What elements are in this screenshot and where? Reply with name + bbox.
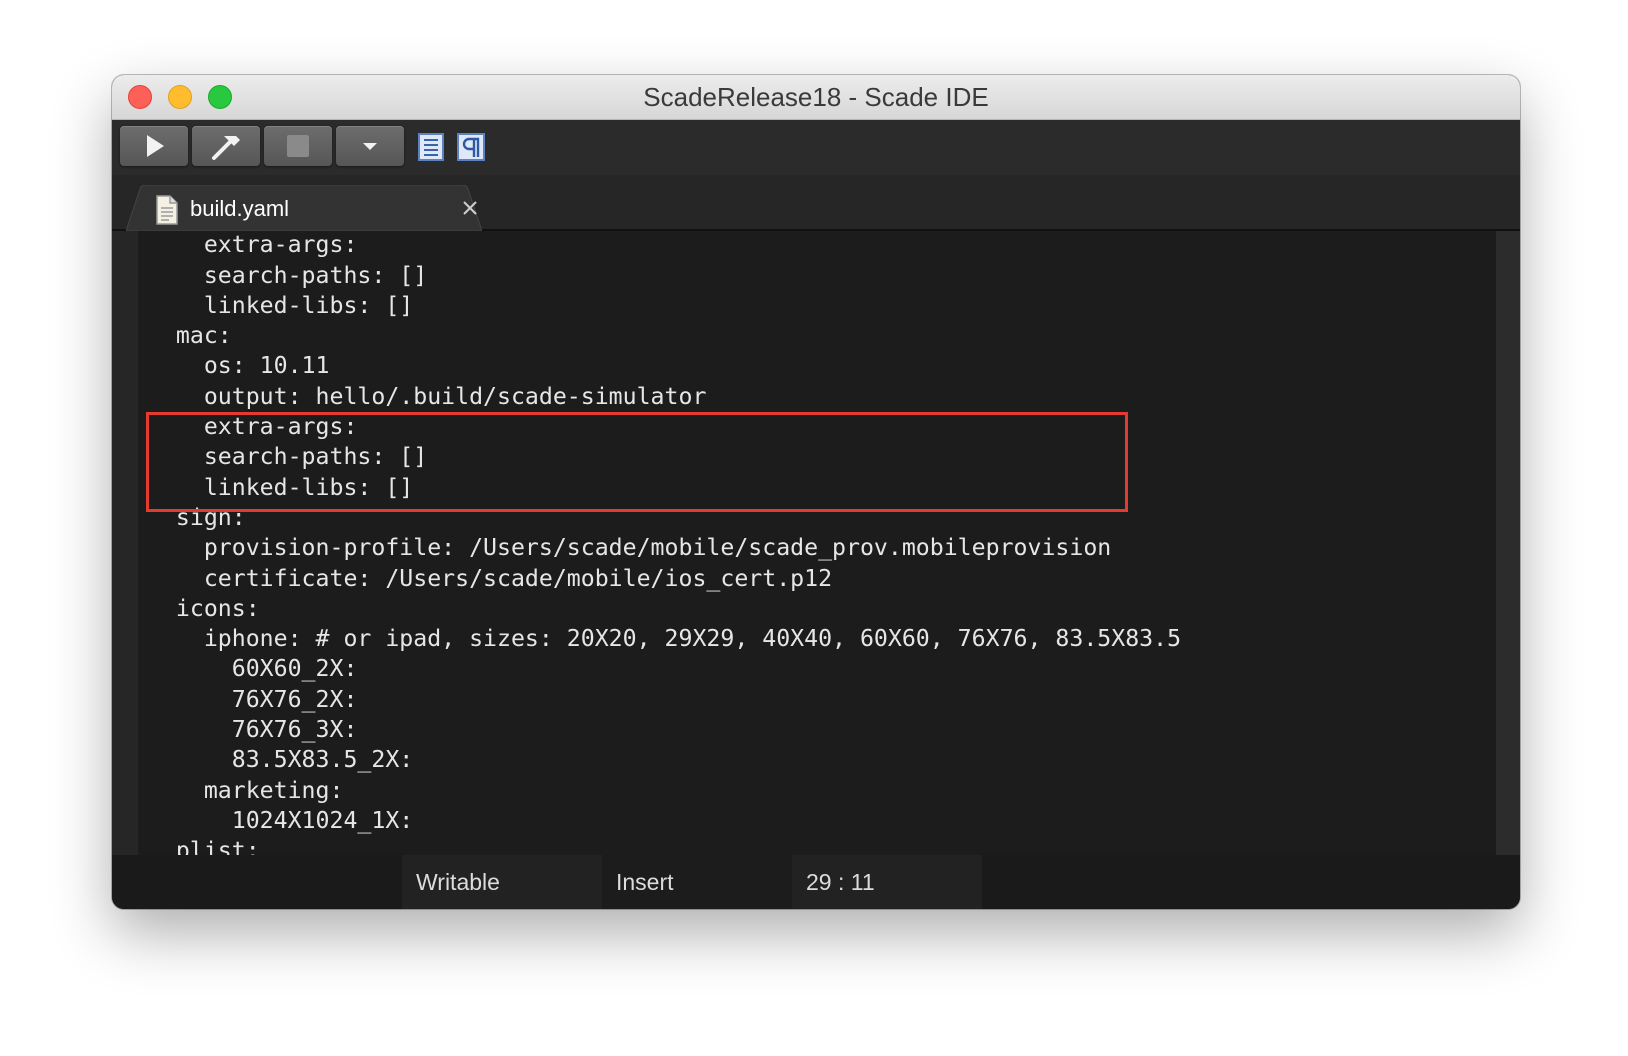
build-button[interactable] — [192, 126, 260, 166]
code-editor[interactable]: output: hello/.build/ios-device extra-ar… — [138, 231, 1496, 855]
code-line[interactable]: certificate: /Users/scade/mobile/ios_cer… — [138, 564, 1181, 594]
outline-icon[interactable] — [416, 132, 446, 162]
cursor-position-status: 29 : 11 — [792, 855, 982, 909]
status-bar: Writable Insert 29 : 11 — [112, 855, 1520, 909]
code-line[interactable]: search-paths: [] — [138, 261, 1181, 291]
tab-bar: build.yaml — [112, 175, 1520, 231]
code-line[interactable]: iphone: # or ipad, sizes: 20X20, 29X29, … — [138, 624, 1181, 654]
tab-label: build.yaml — [190, 196, 290, 221]
writable-status: Writable — [402, 855, 604, 909]
code-line[interactable]: extra-args: — [138, 412, 1181, 442]
code-line[interactable]: mac: — [138, 321, 1181, 351]
vertical-scrollbar[interactable] — [1496, 231, 1520, 855]
code-line[interactable]: provision-profile: /Users/scade/mobile/s… — [138, 533, 1181, 563]
run-button[interactable] — [120, 126, 188, 166]
code-line[interactable]: icons: — [138, 594, 1181, 624]
target-dropdown-button[interactable] — [336, 126, 404, 166]
code-line[interactable]: 60X60_2X: — [138, 654, 1181, 684]
code-line[interactable]: extra-args: — [138, 231, 1181, 261]
code-line[interactable]: plist: — [138, 836, 1181, 855]
code-line[interactable]: output: hello/.build/scade-simulator — [138, 382, 1181, 412]
title-bar[interactable]: ScadeRelease18 - Scade IDE — [112, 75, 1520, 120]
stop-icon — [287, 135, 309, 157]
close-icon[interactable] — [460, 198, 480, 218]
code-line[interactable]: 83.5X83.5_2X: — [138, 745, 1181, 775]
code-line[interactable]: 76X76_2X: — [138, 685, 1181, 715]
code-text[interactable]: output: hello/.build/ios-device extra-ar… — [138, 231, 1181, 855]
code-line[interactable]: marketing: — [138, 776, 1181, 806]
toolbar — [112, 120, 1520, 175]
code-line[interactable]: sign: — [138, 503, 1181, 533]
code-line[interactable]: linked-libs: [] — [138, 473, 1181, 503]
insert-mode-status: Insert — [602, 855, 792, 909]
editor-left-gutter — [112, 231, 138, 855]
code-line[interactable]: search-paths: [] — [138, 442, 1181, 472]
window-title: ScadeRelease18 - Scade IDE — [643, 82, 989, 112]
tab-build-yaml[interactable]: build.yaml — [126, 185, 482, 231]
stop-button[interactable] — [264, 126, 332, 166]
code-line[interactable]: os: 10.11 — [138, 351, 1181, 381]
hammer-icon — [212, 136, 240, 160]
ide-window: ScadeRelease18 - Scade IDE build.yaml ex… — [112, 75, 1520, 909]
document-icon — [156, 195, 178, 225]
play-icon — [147, 135, 164, 157]
code-line[interactable]: 76X76_3X: — [138, 715, 1181, 745]
code-line[interactable]: linked-libs: [] — [138, 291, 1181, 321]
paragraph-icon[interactable] — [456, 132, 486, 162]
chevron-down-icon — [363, 143, 377, 150]
code-line[interactable]: 1024X1024_1X: — [138, 806, 1181, 836]
